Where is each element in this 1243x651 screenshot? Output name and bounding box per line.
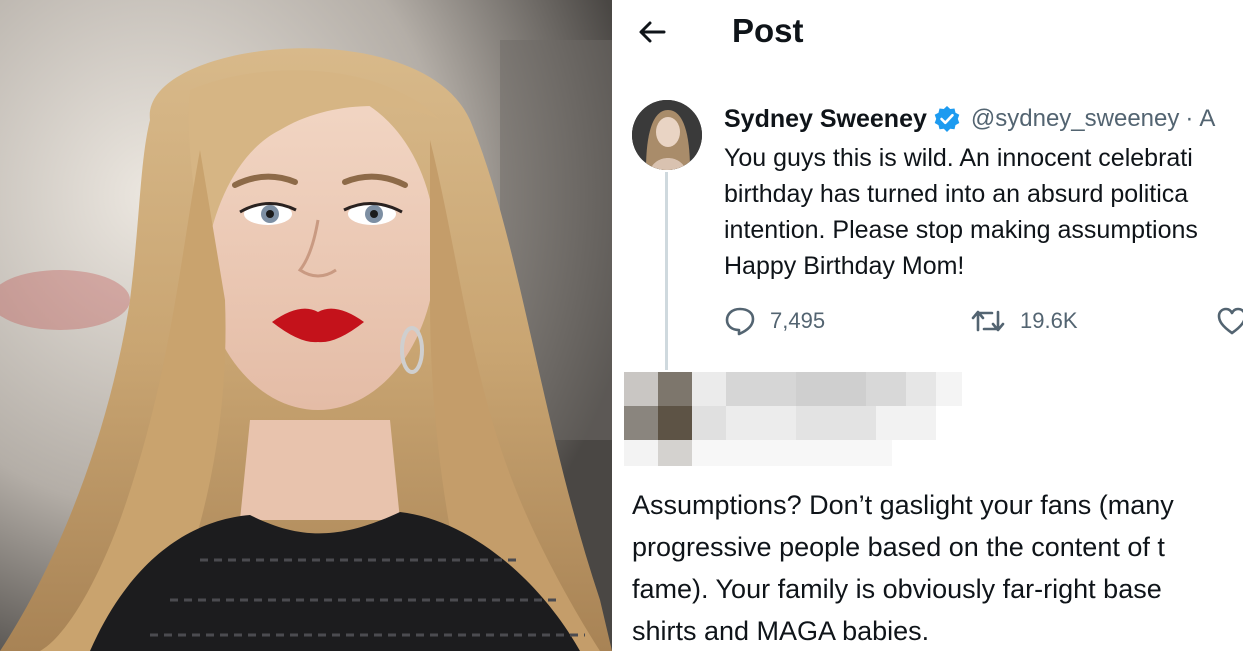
reply-button[interactable]: 7,495 bbox=[724, 301, 825, 341]
avatar-image bbox=[632, 100, 702, 170]
post-view: Post Sydney Sweeney @sydney_sweeney · A … bbox=[624, 0, 1243, 651]
page-title: Post bbox=[732, 12, 804, 49]
author-handle[interactable]: @sydney_sweeney bbox=[971, 105, 1179, 133]
post-date[interactable]: A bbox=[1199, 105, 1215, 133]
retweet-count: 19.6K bbox=[1020, 308, 1078, 333]
speech-bubble-icon bbox=[725, 307, 755, 336]
reply-text: Assumptions? Don’t gaslight your fans (m… bbox=[632, 490, 1174, 646]
post-actions: 7,495 19.6K bbox=[724, 301, 1243, 341]
arrow-left-icon bbox=[639, 21, 666, 43]
portrait-photo bbox=[0, 0, 612, 651]
thread-line bbox=[665, 172, 668, 370]
heart-icon bbox=[1217, 307, 1243, 335]
portrait-illustration bbox=[0, 0, 612, 651]
composite-image: Post Sydney Sweeney @sydney_sweeney · A … bbox=[0, 0, 1243, 651]
avatar[interactable] bbox=[632, 100, 702, 170]
post-text: You guys this is wild. An innocent celeb… bbox=[724, 144, 1198, 280]
post-header: Post bbox=[624, 0, 1243, 64]
redacted-reply-author bbox=[624, 372, 984, 468]
retweet-button[interactable]: 19.6K bbox=[970, 301, 1078, 341]
verified-badge-icon bbox=[933, 105, 961, 133]
back-button[interactable] bbox=[634, 14, 670, 50]
meta-separator: · bbox=[1185, 105, 1194, 132]
author-name[interactable]: Sydney Sweeney bbox=[724, 105, 927, 134]
panel-divider bbox=[612, 0, 624, 651]
reply-count: 7,495 bbox=[770, 308, 826, 333]
retweet-icon bbox=[971, 310, 1005, 332]
like-button[interactable] bbox=[1216, 301, 1243, 341]
author-row: Sydney Sweeney @sydney_sweeney · A bbox=[724, 101, 1215, 137]
